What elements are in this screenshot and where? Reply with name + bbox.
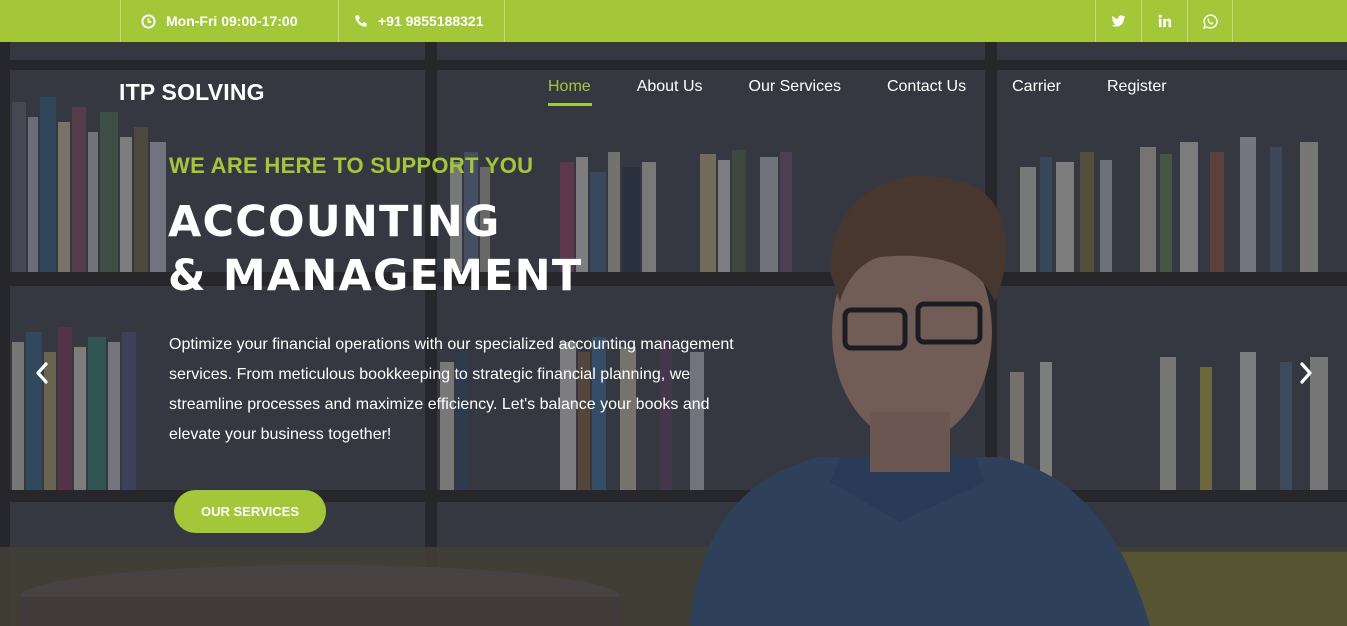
nav-item-carrier[interactable]: Carrier bbox=[1012, 78, 1061, 106]
chevron-right-icon bbox=[1299, 362, 1313, 384]
nav-item-about-us[interactable]: About Us bbox=[637, 78, 703, 106]
twitter-icon bbox=[1111, 14, 1126, 28]
phone-text: +91 9855188321 bbox=[378, 13, 484, 29]
site-logo[interactable]: ITP SOLVING bbox=[119, 79, 265, 106]
nav-item-contact-us[interactable]: Contact Us bbox=[887, 78, 966, 106]
linkedin-icon bbox=[1158, 14, 1172, 28]
hero-headline-line-1: ACCOUNTING bbox=[168, 197, 501, 247]
twitter-link[interactable] bbox=[1095, 0, 1141, 42]
top-bar: Mon-Fri 09:00-17:00 +91 9855188321 bbox=[0, 0, 1347, 42]
hero-kicker: WE ARE HERE TO SUPPORT YOU bbox=[169, 153, 534, 178]
linkedin-link[interactable] bbox=[1141, 0, 1187, 42]
clock-icon bbox=[141, 13, 156, 29]
chevron-left-icon bbox=[35, 362, 49, 384]
slider-prev-button[interactable] bbox=[30, 360, 54, 386]
slider-next-button[interactable] bbox=[1294, 360, 1318, 386]
nav-item-our-services[interactable]: Our Services bbox=[749, 78, 841, 106]
hero-headline: ACCOUNTING & MANAGEMENT bbox=[168, 195, 582, 303]
our-services-button[interactable]: OUR SERVICES bbox=[174, 490, 326, 533]
opening-hours: Mon-Fri 09:00-17:00 bbox=[120, 0, 338, 42]
hours-text: Mon-Fri 09:00-17:00 bbox=[166, 13, 298, 29]
main-navigation: Home About Us Our Services Contact Us Ca… bbox=[548, 78, 1213, 106]
whatsapp-link[interactable] bbox=[1187, 0, 1233, 42]
phone-icon bbox=[354, 14, 368, 28]
nav-item-home[interactable]: Home bbox=[548, 78, 592, 106]
whatsapp-icon bbox=[1202, 13, 1218, 29]
hero-description: Optimize your financial operations with … bbox=[169, 336, 734, 443]
nav-item-register[interactable]: Register bbox=[1107, 78, 1167, 106]
hero-headline-line-2: & MANAGEMENT bbox=[168, 251, 583, 301]
phone-contact[interactable]: +91 9855188321 bbox=[338, 0, 505, 42]
